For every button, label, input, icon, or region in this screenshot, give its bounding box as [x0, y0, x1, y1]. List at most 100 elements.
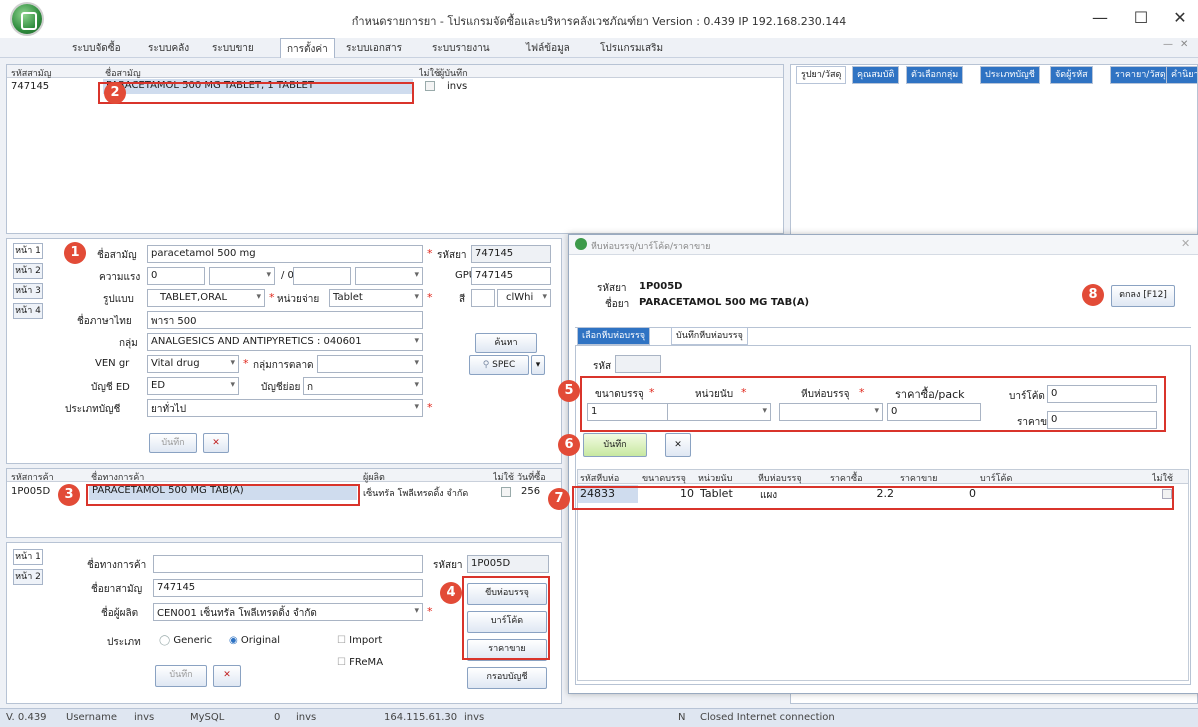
radio-off-icon: ◯	[159, 635, 174, 646]
original-radio[interactable]: ◉ Original	[229, 635, 280, 646]
generic-name-input[interactable]: paracetamol 500 mg	[147, 245, 423, 263]
dialog-name-label: ชื่อยา	[605, 299, 630, 310]
status-bar: V. 0.439 Username invs MySQL 0 invs 164.…	[0, 708, 1198, 727]
menu-settings[interactable]: การตั้งค่า	[280, 38, 335, 58]
menu-sales[interactable]: ระบบขาย	[212, 41, 254, 56]
dialog-close-icon[interactable]: ✕	[1181, 237, 1190, 250]
status-user3: invs	[464, 712, 485, 723]
menu-documents[interactable]: ระบบเอกสาร	[346, 41, 402, 56]
status-connection: Closed Internet connection	[700, 712, 835, 723]
cancel-generic-button[interactable]: ✕	[203, 433, 229, 453]
dispense-unit-select[interactable]: Tablet	[329, 289, 423, 307]
page-tab-1[interactable]: หน้า 1	[13, 243, 43, 259]
unused-checkbox[interactable]	[425, 81, 435, 91]
color-swatch[interactable]	[471, 289, 495, 307]
menu-addons[interactable]: โปรแกรมเสริม	[600, 41, 663, 56]
tab-drug-image[interactable]: รูปยา/วัสดุ	[796, 66, 847, 84]
drug-code-field: 747145	[471, 245, 551, 263]
close-button[interactable]: ✕	[1165, 6, 1195, 30]
checkbox-icon: ☐	[337, 635, 350, 646]
badge-7: 7	[548, 488, 570, 510]
menu-data-file[interactable]: ไฟล์ข้อมูล	[526, 41, 570, 56]
thai-name-label: ชื่อภาษาไทย	[77, 316, 132, 327]
trade-name-input[interactable]	[153, 555, 423, 573]
col-buy-price[interactable]: ราคาซื้อ	[830, 471, 862, 485]
denominator-unit-select[interactable]	[355, 267, 423, 285]
minimize-button[interactable]: —	[1085, 6, 1115, 30]
tab-price[interactable]: ราคายา/วัสดุ	[1110, 66, 1171, 84]
gpu-input[interactable]: 747145	[471, 267, 551, 285]
status-flag: N	[678, 712, 686, 723]
account-type-label: ประเภทบัญชี	[65, 404, 121, 415]
tab-account-type[interactable]: ประเภทบัญชี	[980, 66, 1040, 84]
menu-purchase[interactable]: ระบบจัดซื้อ	[72, 41, 121, 56]
col-barcode[interactable]: บาร์โค้ด	[980, 471, 1012, 485]
page-tab-1[interactable]: หน้า 1	[13, 549, 43, 565]
color-select[interactable]: clWhi	[497, 289, 551, 307]
clip-icon: ⚲	[482, 360, 493, 370]
tab-definition[interactable]: คำนิยาม	[1166, 66, 1198, 84]
spec-label: SPEC	[492, 360, 516, 370]
col-pack-code[interactable]: รหัสหีบห่อ	[580, 471, 619, 485]
account-frame-button[interactable]: กรอบบัญชี	[467, 667, 547, 689]
page-tab-3[interactable]: หน้า 3	[13, 283, 43, 299]
status-num: 0	[274, 712, 281, 723]
ed-account-select[interactable]: ED	[147, 377, 239, 395]
menu-reports[interactable]: ระบบรายงาน	[432, 41, 490, 56]
spec-dropdown-button[interactable]: ▾	[531, 355, 545, 375]
spec-button[interactable]: ⚲ SPEC	[469, 355, 529, 375]
cancel-trade-button[interactable]: ✕	[213, 665, 241, 687]
page-tab-4[interactable]: หน้า 4	[13, 303, 43, 319]
dialog-cancel-button[interactable]: ✕	[665, 433, 691, 457]
status-db: MySQL	[190, 712, 225, 723]
strength-unit-select[interactable]	[209, 267, 275, 285]
tab-select-packaging[interactable]: เลือกหีบห่อบรรจุ	[577, 327, 651, 345]
search-button[interactable]: ค้นหา	[475, 333, 537, 353]
manufacturer-select[interactable]: CEN001 เซ็นทรัล โพลีเทรดดิ้ง จำกัด	[153, 603, 423, 621]
ok-f12-button[interactable]: ตกลง [F12]	[1111, 285, 1175, 307]
highlight-generic-name	[98, 82, 414, 104]
generic-ref-input[interactable]: 747145	[153, 579, 423, 597]
col-count-unit[interactable]: หน่วยนับ	[698, 471, 732, 485]
dialog-code-value: 1P005D	[639, 281, 683, 292]
highlight-trade-name	[86, 484, 360, 506]
dosage-form-select[interactable]: TABLET,ORAL	[147, 289, 265, 307]
sub-close-button[interactable]: ✕	[1180, 39, 1188, 50]
field-code-label: รหัส	[593, 361, 612, 372]
tab-properties[interactable]: คุณสมบัติ	[852, 66, 900, 84]
tab-code-mapping[interactable]: จัดผู้รหัส	[1050, 66, 1093, 84]
frema-option-label: FReMA	[349, 657, 384, 668]
generic-radio[interactable]: ◯ Generic	[159, 635, 212, 646]
group-select[interactable]: ANALGESICS AND ANTIPYRETICS : 040601	[147, 333, 423, 351]
ed-account-label: บัญชี ED	[91, 382, 130, 393]
ed-sub-select[interactable]: ก	[303, 377, 423, 395]
pharma-group-select[interactable]	[317, 355, 423, 373]
frema-checkbox[interactable]: ☐ FReMA	[337, 657, 383, 668]
menu-warehouse[interactable]: ระบบคลัง	[148, 41, 189, 56]
col-packaging[interactable]: หีบห่อบรรจุ	[758, 471, 802, 485]
import-checkbox[interactable]: ☐ Import	[337, 635, 382, 646]
grid-header: รหัสสามัญ ชื่อสามัญ ไม่ใช้ ผู้บันทึก	[7, 65, 783, 79]
page-tab-2[interactable]: หน้า 2	[13, 263, 43, 279]
page-tab-2[interactable]: หน้า 2	[13, 569, 43, 585]
ven-label: VEN gr	[95, 358, 130, 369]
tab-group-options[interactable]: ตัวเลือกกลุ่ม	[906, 66, 964, 84]
thai-name-input[interactable]: พารา 500	[147, 311, 423, 329]
original-option-label: Original	[240, 635, 281, 646]
strength-denominator-input[interactable]	[293, 267, 351, 285]
unused-checkbox[interactable]	[501, 487, 511, 497]
col-pack-size[interactable]: ขนาดบรรจุ	[642, 471, 686, 485]
strength-input[interactable]: 0	[147, 267, 205, 285]
sub-minimize-button[interactable]: —	[1163, 39, 1173, 50]
status-user: invs	[134, 712, 155, 723]
col-sell-price[interactable]: ราคาขาย	[900, 471, 937, 485]
save-generic-button[interactable]: บันทึก	[149, 433, 197, 453]
account-type-select[interactable]: ยาทั่วไป	[147, 399, 423, 417]
tab-record-packaging[interactable]: บันทึกหีบห่อบรรจุ	[671, 327, 748, 345]
col-unused[interactable]: ไม่ใช้	[1152, 471, 1173, 485]
dialog-title-bar: หีบห่อบรรจุ/บาร์โค้ด/ราคาขาย ✕	[569, 235, 1198, 255]
dialog-save-button[interactable]: บันทึก	[583, 433, 647, 457]
ven-select[interactable]: Vital drug	[147, 355, 239, 373]
save-trade-button[interactable]: บันทึก	[155, 665, 207, 687]
maximize-button[interactable]: ☐	[1126, 6, 1156, 30]
